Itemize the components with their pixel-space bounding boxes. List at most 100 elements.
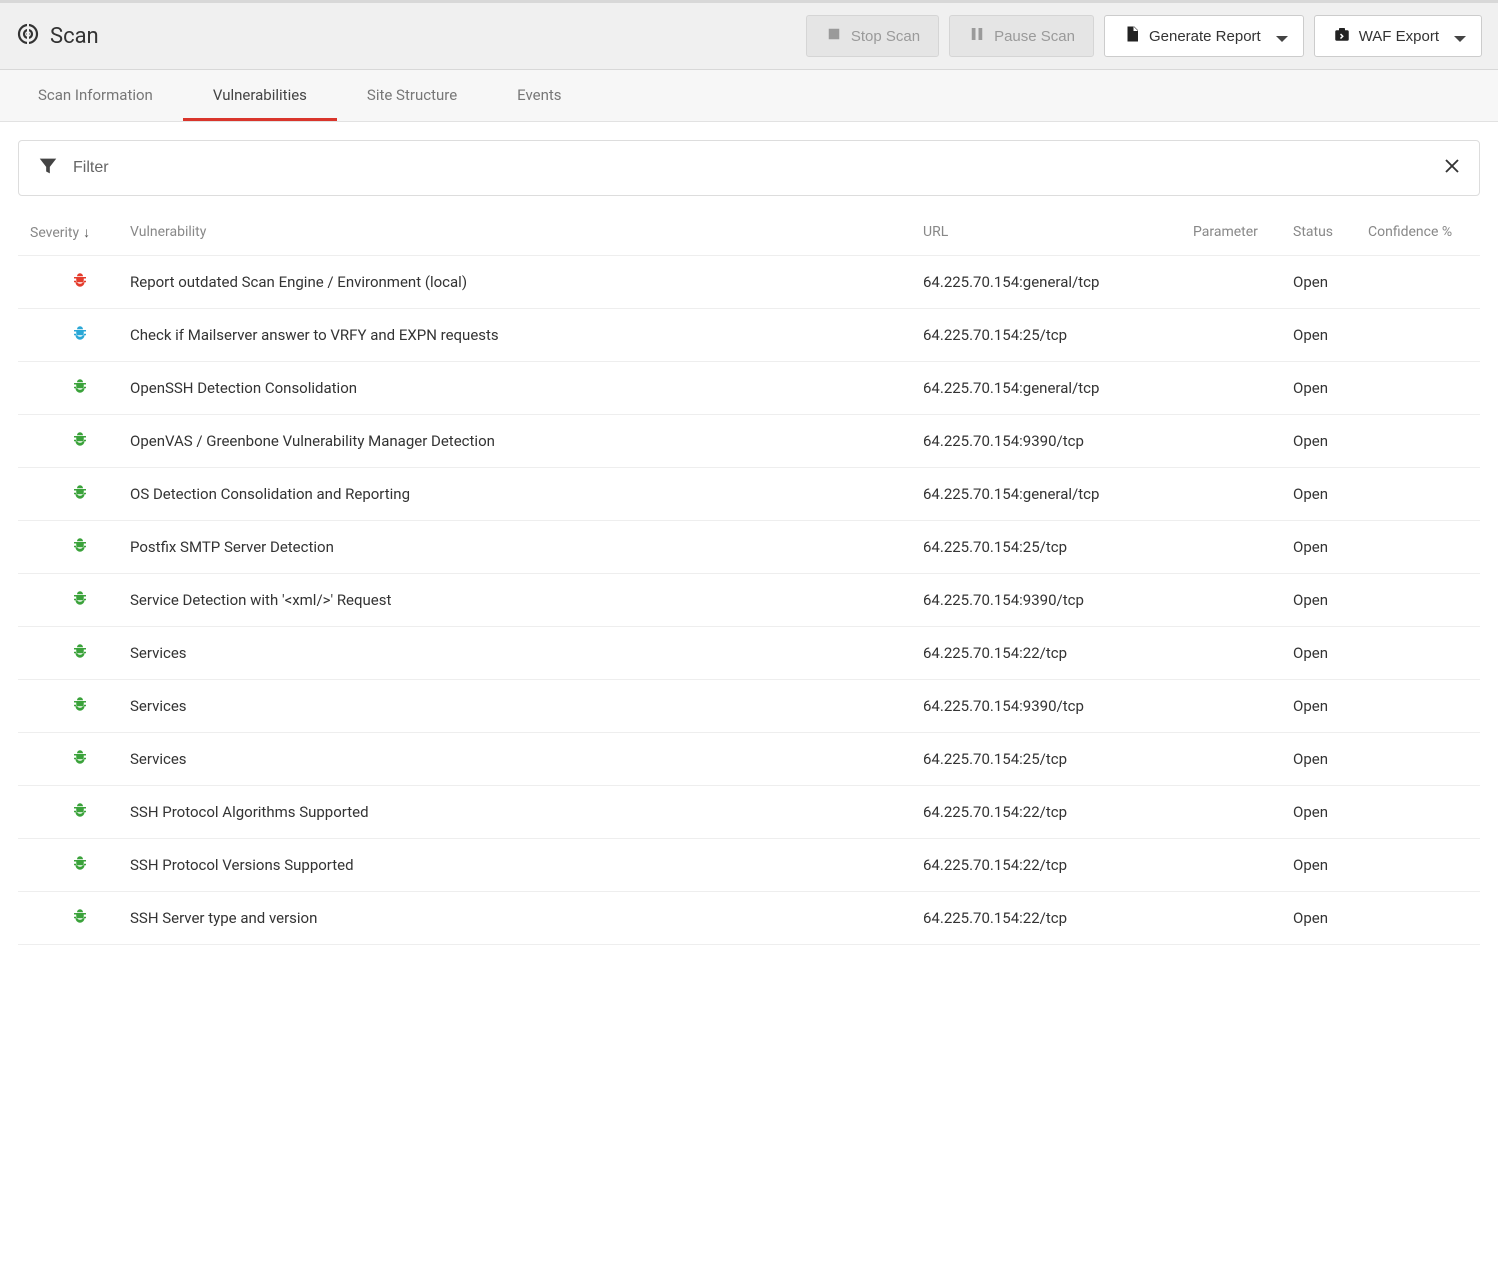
- pause-scan-label: Pause Scan: [994, 28, 1075, 45]
- stop-scan-label: Stop Scan: [851, 28, 920, 45]
- bug-icon: [71, 642, 89, 664]
- table-row[interactable]: SSH Protocol Algorithms Supported64.225.…: [18, 786, 1480, 839]
- bug-icon: [71, 377, 89, 399]
- scan-icon: [16, 22, 40, 50]
- stop-icon: [825, 25, 843, 47]
- vuln-name: Services: [130, 644, 923, 662]
- col-vulnerability[interactable]: Vulnerability: [130, 224, 923, 241]
- vuln-status: Open: [1293, 750, 1368, 768]
- vuln-status: Open: [1293, 326, 1368, 344]
- bug-icon: [71, 801, 89, 823]
- vulnerabilities-table: Severity ↓ Vulnerability URL Parameter S…: [18, 214, 1480, 945]
- header-actions: Stop Scan Pause Scan Generate Report WAF…: [806, 15, 1482, 57]
- bug-icon: [71, 695, 89, 717]
- vuln-status: Open: [1293, 856, 1368, 874]
- tab-scan-information[interactable]: Scan Information: [8, 70, 183, 121]
- vuln-name: Services: [130, 697, 923, 715]
- vuln-status: Open: [1293, 379, 1368, 397]
- vuln-name: Check if Mailserver answer to VRFY and E…: [130, 326, 923, 344]
- chevron-down-icon: [1451, 30, 1463, 42]
- generate-report-button[interactable]: Generate Report: [1104, 15, 1304, 57]
- vuln-url: 64.225.70.154:9390/tcp: [923, 591, 1193, 609]
- table-row[interactable]: OpenSSH Detection Consolidation64.225.70…: [18, 362, 1480, 415]
- vuln-status: Open: [1293, 273, 1368, 291]
- bug-icon: [71, 271, 89, 293]
- vuln-url: 64.225.70.154:22/tcp: [923, 803, 1193, 821]
- col-confidence[interactable]: Confidence %: [1368, 224, 1468, 241]
- vuln-status: Open: [1293, 697, 1368, 715]
- report-icon: [1123, 25, 1141, 47]
- bug-icon: [71, 589, 89, 611]
- content: Severity ↓ Vulnerability URL Parameter S…: [0, 122, 1498, 945]
- vuln-name: OpenVAS / Greenbone Vulnerability Manage…: [130, 432, 923, 450]
- vuln-url: 64.225.70.154:25/tcp: [923, 538, 1193, 556]
- vuln-name: OS Detection Consolidation and Reporting: [130, 485, 923, 503]
- bug-icon: [71, 483, 89, 505]
- table-row[interactable]: Services64.225.70.154:9390/tcp Open: [18, 680, 1480, 733]
- vuln-url: 64.225.70.154:9390/tcp: [923, 432, 1193, 450]
- vuln-name: SSH Protocol Versions Supported: [130, 856, 923, 874]
- tab-site-structure[interactable]: Site Structure: [337, 70, 487, 121]
- bug-icon: [71, 430, 89, 452]
- table-row[interactable]: Check if Mailserver answer to VRFY and E…: [18, 309, 1480, 362]
- table-row[interactable]: SSH Protocol Versions Supported64.225.70…: [18, 839, 1480, 892]
- vuln-status: Open: [1293, 803, 1368, 821]
- table-row[interactable]: Postfix SMTP Server Detection64.225.70.1…: [18, 521, 1480, 574]
- vuln-url: 64.225.70.154:general/tcp: [923, 379, 1193, 397]
- generate-report-label: Generate Report: [1149, 28, 1261, 45]
- filter-input[interactable]: [73, 159, 1429, 177]
- vuln-url: 64.225.70.154:22/tcp: [923, 909, 1193, 927]
- table-row[interactable]: SSH Server type and version64.225.70.154…: [18, 892, 1480, 945]
- vuln-status: Open: [1293, 538, 1368, 556]
- table-row[interactable]: Service Detection with '<xml/>' Request6…: [18, 574, 1480, 627]
- tab-events[interactable]: Events: [487, 70, 591, 121]
- vuln-url: 64.225.70.154:general/tcp: [923, 273, 1193, 291]
- vuln-url: 64.225.70.154:general/tcp: [923, 485, 1193, 503]
- bug-icon: [71, 324, 89, 346]
- vuln-name: SSH Protocol Algorithms Supported: [130, 803, 923, 821]
- vuln-name: OpenSSH Detection Consolidation: [130, 379, 923, 397]
- tabs: Scan InformationVulnerabilitiesSite Stru…: [0, 70, 1498, 122]
- header-left: Scan: [16, 22, 99, 50]
- pause-icon: [968, 25, 986, 47]
- vuln-name: Postfix SMTP Server Detection: [130, 538, 923, 556]
- vuln-name: Report outdated Scan Engine / Environmen…: [130, 273, 923, 291]
- vuln-url: 64.225.70.154:22/tcp: [923, 856, 1193, 874]
- tab-vulnerabilities[interactable]: Vulnerabilities: [183, 70, 337, 121]
- vuln-status: Open: [1293, 591, 1368, 609]
- table-row[interactable]: Report outdated Scan Engine / Environmen…: [18, 256, 1480, 309]
- vuln-url: 64.225.70.154:25/tcp: [923, 326, 1193, 344]
- vuln-status: Open: [1293, 644, 1368, 662]
- vuln-url: 64.225.70.154:25/tcp: [923, 750, 1193, 768]
- vuln-name: Service Detection with '<xml/>' Request: [130, 591, 923, 609]
- table-row[interactable]: OS Detection Consolidation and Reporting…: [18, 468, 1480, 521]
- col-severity[interactable]: Severity ↓: [30, 224, 130, 241]
- vuln-status: Open: [1293, 432, 1368, 450]
- filter-icon: [37, 155, 59, 181]
- vuln-url: 64.225.70.154:22/tcp: [923, 644, 1193, 662]
- table-row[interactable]: Services64.225.70.154:22/tcp Open: [18, 627, 1480, 680]
- table-body: Report outdated Scan Engine / Environmen…: [18, 255, 1480, 945]
- clear-filter-icon[interactable]: [1443, 157, 1461, 179]
- col-severity-label: Severity: [30, 225, 79, 241]
- page-title: Scan: [50, 24, 99, 49]
- col-parameter[interactable]: Parameter: [1193, 224, 1293, 241]
- table-header: Severity ↓ Vulnerability URL Parameter S…: [18, 214, 1480, 255]
- col-url[interactable]: URL: [923, 224, 1193, 241]
- waf-export-button[interactable]: WAF Export: [1314, 15, 1482, 57]
- chevron-down-icon: [1273, 30, 1285, 42]
- bug-icon: [71, 536, 89, 558]
- table-row[interactable]: OpenVAS / Greenbone Vulnerability Manage…: [18, 415, 1480, 468]
- vuln-name: Services: [130, 750, 923, 768]
- bug-icon: [71, 854, 89, 876]
- vuln-status: Open: [1293, 485, 1368, 503]
- vuln-status: Open: [1293, 909, 1368, 927]
- waf-export-label: WAF Export: [1359, 28, 1439, 45]
- bug-icon: [71, 907, 89, 929]
- col-status[interactable]: Status: [1293, 224, 1368, 241]
- waf-icon: [1333, 25, 1351, 47]
- table-row[interactable]: Services64.225.70.154:25/tcp Open: [18, 733, 1480, 786]
- stop-scan-button: Stop Scan: [806, 15, 939, 57]
- vuln-url: 64.225.70.154:9390/tcp: [923, 697, 1193, 715]
- bug-icon: [71, 748, 89, 770]
